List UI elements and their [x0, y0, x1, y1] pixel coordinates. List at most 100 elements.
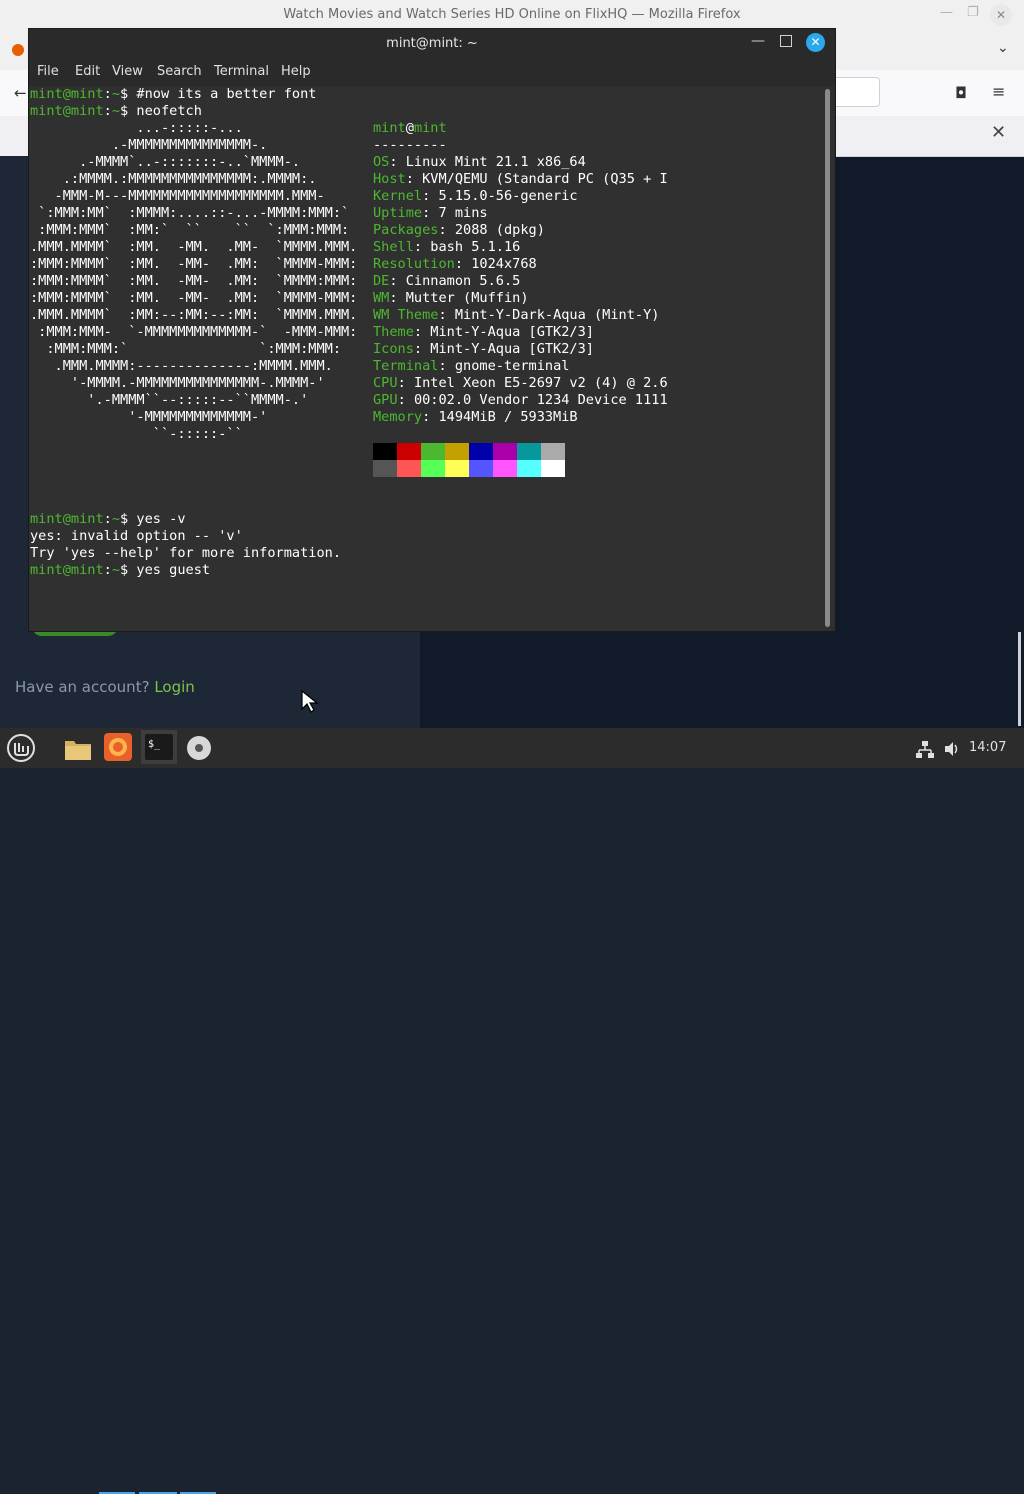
neofetch-field: CPU: Intel Xeon E5-2697 v2 (4) @ 2.6 — [373, 375, 668, 391]
mint-menu-icon[interactable] — [5, 732, 37, 764]
login-link[interactable]: Login — [154, 678, 194, 696]
field-value: KVM/QEMU (Standard PC (Q35 + I — [422, 171, 668, 187]
field-value: 7 mins — [438, 205, 488, 221]
logo-line: :MMM:MMMM` :MM. -MM- .MM: `MMMM:MMM: — [30, 273, 358, 289]
palette-swatch — [421, 460, 445, 477]
field-key: OS — [373, 154, 390, 170]
field-value: 00:02.0 Vendor 1234 Device 1111 — [413, 392, 668, 408]
field-key: Memory — [373, 409, 423, 425]
chevron-down-icon[interactable]: ⌄ — [997, 40, 1009, 56]
palette-swatch — [541, 443, 565, 460]
minimize-icon[interactable]: — — [940, 5, 953, 20]
neofetch-field: Uptime: 7 mins — [373, 205, 488, 221]
terminal-menubar: File Edit View Search Terminal Help — [29, 59, 835, 86]
field-value: gnome-terminal — [454, 358, 570, 374]
field-key: Packages — [373, 222, 439, 238]
neofetch-field: WM: Mutter (Muffin) — [373, 290, 529, 306]
neofetch-field: GPU: 00:02.0 Vendor 1234 Device 1111 — [373, 392, 668, 408]
network-icon[interactable] — [916, 740, 934, 758]
field-key: Terminal — [373, 358, 439, 374]
field-value: Mint-Y-Dark-Aqua (Mint-Y) — [454, 307, 660, 323]
back-arrow-icon[interactable]: ← — [14, 84, 27, 102]
menu-help[interactable]: Help — [281, 64, 311, 79]
logo-line: -MMM-M---MMMMMMMMMMMMMMMMMMM.MMM- — [30, 188, 325, 204]
neofetch-userhost: mint@mint — [373, 120, 447, 136]
field-key: CPU — [373, 375, 398, 391]
field-value: Mint-Y-Aqua [GTK2/3] — [430, 341, 594, 357]
pocket-icon[interactable]: ◘ — [955, 84, 967, 102]
menu-search[interactable]: Search — [157, 64, 202, 79]
terminal-output[interactable]: mint@mint:~$ #now its a better font mint… — [29, 86, 823, 631]
logo-line: '.-MMMM``--:::::--``MMMM-.' — [30, 392, 309, 408]
minimize-icon[interactable]: — — [751, 33, 765, 49]
disc-icon[interactable] — [184, 733, 214, 763]
field-key: Host — [373, 171, 406, 187]
menu-edit[interactable]: Edit — [75, 64, 100, 79]
field-key: Theme — [373, 324, 414, 340]
close-icon[interactable]: ✕ — [990, 4, 1012, 26]
terminal-window: mint@mint: ~ — ✕ File Edit View Search T… — [28, 28, 836, 632]
logo-line: ``-:::::-`` — [30, 426, 243, 442]
logo-line: :MMM:MMM:` `:MMM:MMM: — [30, 341, 341, 357]
logo-line: :MMM:MMM- `-MMMMMMMMMMMMM-` -MMM-MMM: — [30, 324, 358, 340]
firefox-window-title: Watch Movies and Watch Series HD Online … — [283, 7, 741, 22]
firefox-titlebar: Watch Movies and Watch Series HD Online … — [0, 0, 1024, 31]
terminal-scrollbar[interactable] — [825, 89, 830, 627]
svg-text:$_: $_ — [148, 739, 161, 750]
menu-view[interactable]: View — [112, 64, 143, 79]
palette-swatch — [517, 460, 541, 477]
firefox-icon[interactable] — [103, 732, 133, 764]
terminal-line: mint@mint:~$ #now its a better font — [30, 86, 317, 102]
field-value: 1494MiB / 5933MiB — [438, 409, 578, 425]
field-key: WM Theme — [373, 307, 439, 323]
neofetch-separator: --------- — [373, 137, 447, 153]
terminal-title: mint@mint: ~ — [386, 36, 478, 51]
field-value: 1024x768 — [471, 256, 537, 272]
field-value: Mutter (Muffin) — [405, 290, 529, 306]
maximize-icon[interactable] — [780, 35, 792, 47]
neofetch-field: Host: KVM/QEMU (Standard PC (Q35 + I — [373, 171, 668, 187]
terminal-line: mint@mint:~$ yes -v — [30, 511, 186, 527]
neofetch-field: DE: Cinnamon 5.6.5 — [373, 273, 521, 289]
palette-swatch — [445, 443, 469, 460]
field-key: Shell — [373, 239, 414, 255]
logo-line: :MMM:MMMM` :MM. -MM- .MM: `MMMM-MMM: — [30, 290, 358, 306]
neofetch-field: WM Theme: Mint-Y-Dark-Aqua (Mint-Y) — [373, 307, 660, 323]
neofetch-field: Memory: 1494MiB / 5933MiB — [373, 409, 578, 425]
palette-swatch — [397, 443, 421, 460]
logo-line: .:MMMM.:MMMMMMMMMMMMMMM:.MMMM:. — [30, 171, 317, 187]
field-key: Kernel — [373, 188, 423, 204]
logo-line: .-MMMM`..-:::::::-..`MMMM-. — [30, 154, 301, 170]
palette-swatch — [397, 460, 421, 477]
mouse-cursor-icon — [301, 689, 319, 713]
maximize-icon[interactable]: ❐ — [967, 5, 979, 20]
logo-line: .-MMMMMMMMMMMMMMM-. — [30, 137, 268, 153]
menu-terminal[interactable]: Terminal — [214, 64, 269, 79]
field-value: bash 5.1.16 — [430, 239, 521, 255]
files-folder-icon[interactable] — [62, 732, 94, 764]
logo-line: .MMM.MMMM:--------------:MMMM.MMM. — [30, 358, 333, 374]
field-key: Uptime — [373, 205, 423, 221]
close-icon[interactable]: ✕ — [806, 33, 825, 52]
terminal-titlebar[interactable]: mint@mint: ~ — ✕ — [29, 29, 835, 59]
field-value: Mint-Y-Aqua [GTK2/3] — [430, 324, 594, 340]
palette-swatch — [421, 443, 445, 460]
taskbar: $_ 14:07 — [0, 728, 1024, 1494]
account-text: Have an account? — [15, 678, 150, 696]
palette-swatch — [541, 460, 565, 477]
page-scrollbar[interactable] — [1018, 632, 1021, 726]
account-prompt: Have an account? Login — [15, 678, 195, 696]
terminal-icon[interactable]: $_ — [141, 730, 177, 764]
field-value: Cinnamon 5.6.5 — [405, 273, 521, 289]
close-icon[interactable]: ✕ — [991, 122, 1006, 143]
neofetch-field: Icons: Mint-Y-Aqua [GTK2/3] — [373, 341, 594, 357]
volume-icon[interactable] — [943, 740, 961, 758]
terminal-line: mint@mint:~$ yes guest — [30, 562, 211, 578]
neofetch-field: Packages: 2088 (dpkg) — [373, 222, 545, 238]
menu-file[interactable]: File — [37, 64, 59, 79]
neofetch-field: Theme: Mint-Y-Aqua [GTK2/3] — [373, 324, 594, 340]
clock[interactable]: 14:07 — [969, 740, 1006, 755]
palette-swatch — [469, 443, 493, 460]
field-key: DE — [373, 273, 390, 289]
hamburger-menu-icon[interactable]: ≡ — [992, 82, 1005, 101]
